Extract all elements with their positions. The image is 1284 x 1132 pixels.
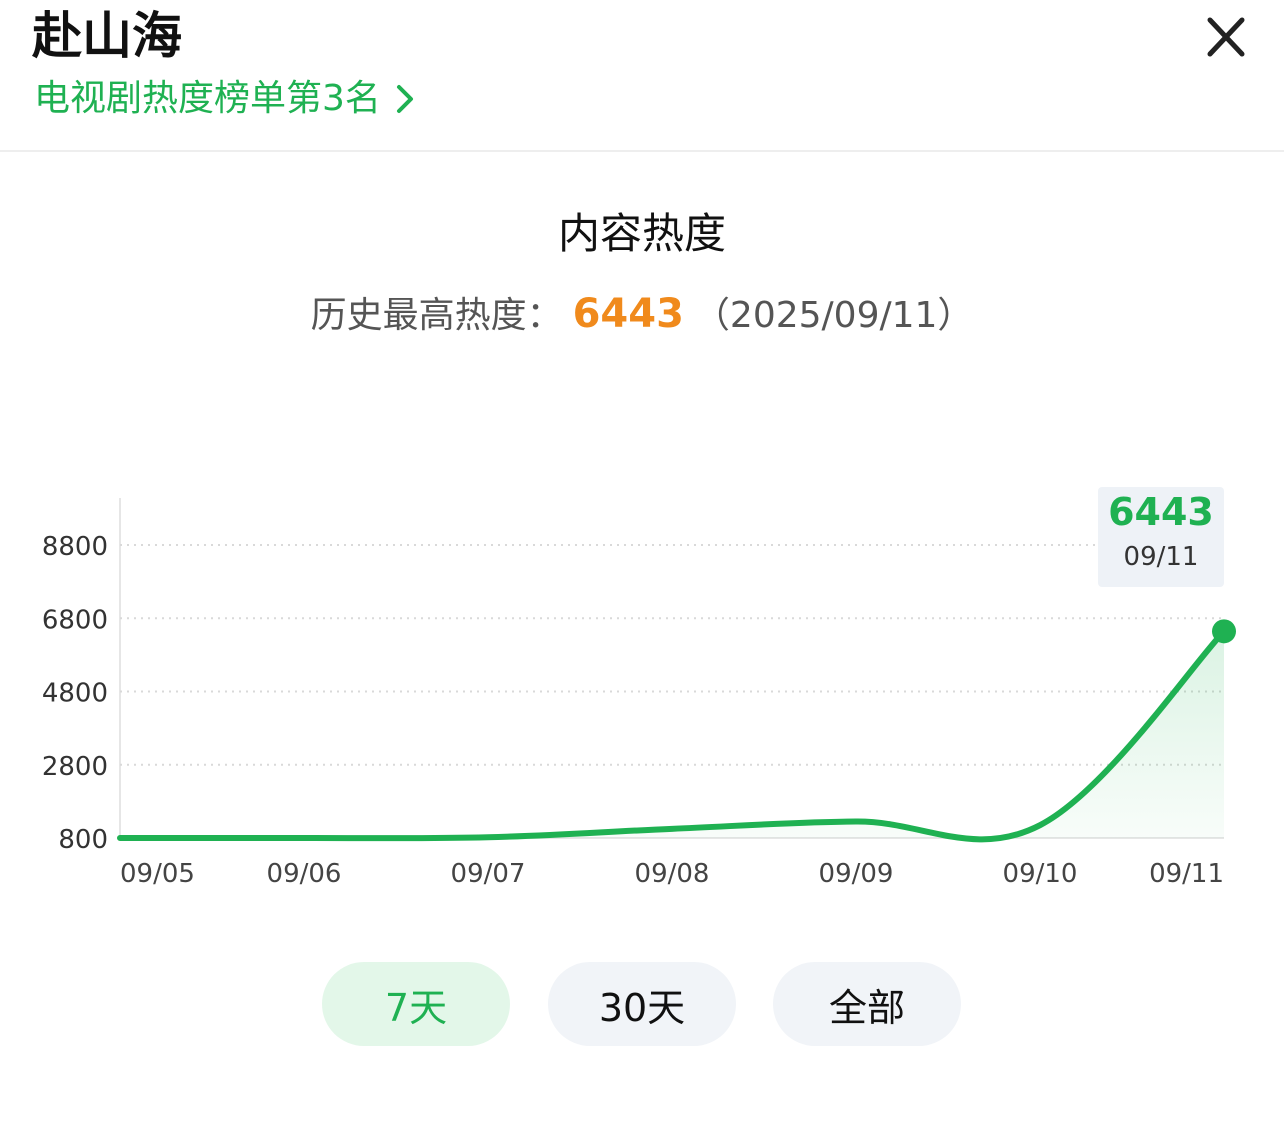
peak-value: 6443	[572, 291, 684, 337]
y-tick-label: 8800	[42, 532, 108, 562]
close-icon	[1207, 17, 1245, 57]
x-tick-label: 09/07	[451, 859, 526, 889]
show-title: 赴山海	[32, 7, 182, 65]
y-tick-label: 4800	[42, 679, 108, 709]
tooltip-value: 6443	[1108, 490, 1214, 534]
series-line	[117, 628, 1227, 843]
x-tick-label: 09/08	[635, 859, 710, 889]
rank-link[interactable]: 电视剧热度榜单第3名	[34, 74, 415, 124]
chevron-right-icon	[396, 85, 413, 113]
x-tick-label: 09/06	[267, 859, 342, 889]
section-title: 内容热度	[557, 209, 726, 258]
tooltip-date: 09/11	[1123, 542, 1199, 572]
series-area	[120, 631, 1224, 840]
y-tick-label: 6800	[42, 605, 108, 635]
x-tick-label: 09/10	[1003, 859, 1078, 889]
heat-chart: 800 2800 4800 6800 8800 09/05 09/06 09/07 09/08…	[42, 498, 1236, 889]
rank-link-label: 电视剧热度榜单第3名	[34, 78, 381, 119]
x-tick-label: 09/09	[819, 859, 894, 889]
x-tick-label: 09/11	[1149, 859, 1224, 889]
chart-tooltip: 6443 09/11	[1098, 487, 1224, 587]
x-tick-label: 09/05	[120, 859, 195, 889]
peak-date: （2025/09/11）	[693, 295, 974, 336]
range-tab-7d[interactable]: 7天	[322, 962, 510, 1046]
peak-line: 历史最高热度： 6443 （2025/09/11）	[0, 286, 1284, 344]
y-tick-label: 2800	[42, 752, 108, 782]
data-point-last[interactable]	[1212, 619, 1236, 644]
range-tab-all[interactable]: 全部	[773, 962, 961, 1046]
close-button[interactable]	[1196, 8, 1256, 68]
range-tab-30d[interactable]: 30天	[548, 962, 736, 1046]
peak-label: 历史最高热度：	[310, 295, 563, 336]
header: 赴山海 电视剧热度榜单第3名	[0, 0, 1284, 152]
y-tick-label: 800	[58, 825, 108, 855]
